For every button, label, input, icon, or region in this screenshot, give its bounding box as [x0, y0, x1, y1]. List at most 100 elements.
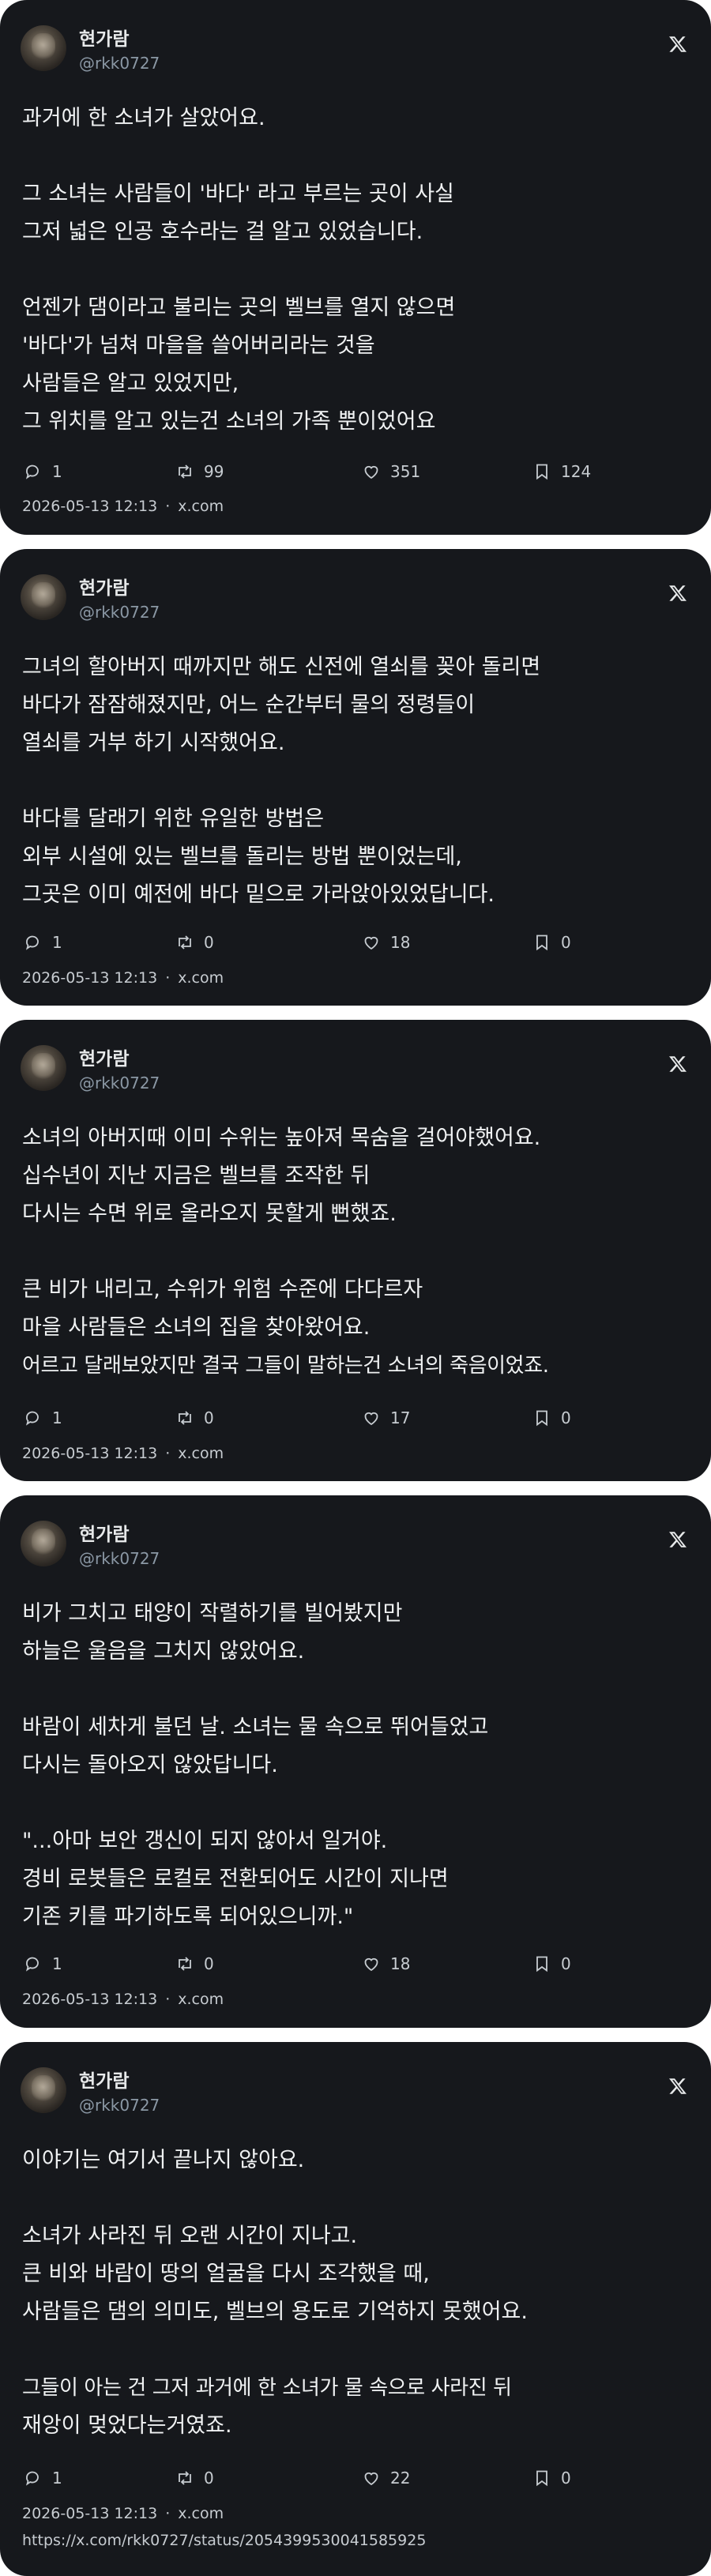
author-handle[interactable]: @rkk0727: [79, 1074, 160, 1092]
tweet-line: 사람들은 알고 있었지만,: [22, 371, 239, 396]
heart-icon: [364, 465, 378, 479]
source-link[interactable]: x.com: [178, 969, 224, 987]
reply-count: 1: [52, 933, 62, 952]
avatar[interactable]: [21, 574, 66, 620]
tweet-text: 그녀의 할아버지 때까지만 해도 신전에 열쇠를 꽂아 돌리면 바다가 잠잠해졌…: [22, 649, 689, 914]
tweet-meta: 2026-05-13 12:13 · x.com: [22, 1445, 224, 1462]
action-bar: 1 0 22 0: [0, 2464, 711, 2492]
timestamp[interactable]: 2026-05-13 12:13: [22, 498, 157, 515]
repost-button[interactable]: 0: [175, 1950, 214, 1978]
action-bar: 1 0 18 0: [0, 1950, 711, 1978]
like-button[interactable]: 22: [362, 2464, 410, 2492]
repost-button[interactable]: 0: [175, 928, 214, 957]
like-button[interactable]: 351: [362, 457, 420, 486]
tweet-text: 과거에 한 소녀가 살았어요. 그 소녀는 사람들이 '바다' 라고 부르는 곳…: [22, 100, 689, 441]
tweet-line: 바다를 달래기 위한 유일한 방법은: [22, 807, 325, 831]
bookmark-button[interactable]: 0: [532, 928, 571, 957]
tweet-meta: 2026-05-13 12:13 · x.com: [22, 2505, 224, 2522]
tweet-line: 다시는 수면 위로 올라오지 못할게 뻔했죠.: [22, 1202, 397, 1226]
source-link[interactable]: x.com: [178, 498, 224, 515]
tweet-line: [22, 1784, 689, 1822]
author-name[interactable]: 현가람: [79, 573, 129, 600]
repost-button[interactable]: 99: [175, 457, 224, 486]
bookmark-button[interactable]: 0: [532, 1404, 571, 1432]
bookmark-button[interactable]: 0: [532, 1950, 571, 1978]
reply-button[interactable]: 1: [24, 1404, 62, 1432]
reply-button[interactable]: 1: [24, 2464, 62, 2492]
author-handle[interactable]: @rkk0727: [79, 1549, 160, 1568]
author-handle[interactable]: @rkk0727: [79, 2096, 160, 2115]
like-count: 18: [390, 933, 411, 952]
author-name[interactable]: 현가람: [79, 1044, 129, 1070]
like-count: 18: [390, 1954, 411, 1973]
tweet-thread: 현가람 @rkk0727 과거에 한 소녀가 살았어요. 그 소녀는 사람들이 …: [0, 0, 711, 2576]
repost-icon: [179, 1957, 191, 1971]
bookmark-icon: [536, 935, 547, 951]
x-logo-icon[interactable]: [668, 35, 687, 54]
bookmark-count: 0: [561, 1408, 571, 1427]
tweet-line: [22, 251, 689, 289]
tweet-line: 십수년이 지난 지금은 벨브를 조작한 뒤: [22, 1164, 371, 1188]
like-button[interactable]: 17: [362, 1404, 410, 1432]
repost-count: 99: [204, 462, 224, 481]
timestamp[interactable]: 2026-05-13 12:13: [22, 969, 157, 987]
bookmark-count: 0: [561, 2469, 571, 2488]
tweet-line: 바다가 잠잠해졌지만, 어느 순간부터 물의 정령들이: [22, 693, 476, 717]
source-link[interactable]: x.com: [178, 1991, 224, 2008]
author-handle[interactable]: @rkk0727: [79, 54, 160, 73]
reply-button[interactable]: 1: [24, 1950, 62, 1978]
tweet-line: 그곳은 이미 예전에 바다 밑으로 가라앉아있었답니다.: [22, 882, 495, 907]
tweet-card[interactable]: 현가람 @rkk0727 그녀의 할아버지 때까지만 해도 신전에 열쇠를 꽂아…: [0, 549, 711, 1006]
tweet-line: 과거에 한 소녀가 살았어요.: [22, 106, 265, 130]
tweet-line: [22, 1233, 689, 1271]
author-name[interactable]: 현가람: [79, 2066, 129, 2093]
bookmark-button[interactable]: 0: [532, 2464, 571, 2492]
avatar[interactable]: [21, 2067, 66, 2113]
avatar[interactable]: [21, 25, 66, 71]
tweet-line: 비가 그치고 태양이 작렬하기를 빌어봤지만: [22, 1601, 403, 1626]
timestamp[interactable]: 2026-05-13 12:13: [22, 1445, 157, 1462]
tweet-card[interactable]: 현가람 @rkk0727 소녀의 아버지때 이미 수위는 높아져 목숨을 걸어야…: [0, 1020, 711, 1481]
avatar[interactable]: [21, 1521, 66, 1566]
avatar[interactable]: [21, 1045, 66, 1091]
tweet-card[interactable]: 현가람 @rkk0727 과거에 한 소녀가 살았어요. 그 소녀는 사람들이 …: [0, 0, 711, 535]
like-button[interactable]: 18: [362, 928, 410, 957]
repost-icon: [179, 935, 191, 950]
like-count: 17: [390, 1408, 411, 1427]
source-link[interactable]: x.com: [178, 2505, 224, 2522]
like-button[interactable]: 18: [362, 1950, 410, 1978]
timestamp[interactable]: 2026-05-13 12:13: [22, 1991, 157, 2008]
repost-button[interactable]: 0: [175, 2464, 214, 2492]
tweet-line: [22, 137, 689, 175]
repost-count: 0: [204, 1408, 214, 1427]
bookmark-button[interactable]: 124: [532, 457, 591, 486]
bookmark-count: 0: [561, 933, 571, 952]
x-logo-icon[interactable]: [668, 1055, 687, 1074]
tweet-line: 재앙이 멎었다는거였죠.: [22, 2413, 232, 2438]
author-handle[interactable]: @rkk0727: [79, 603, 160, 622]
tweet-line: 그저 넓은 인공 호수라는 걸 알고 있었습니다.: [22, 220, 423, 244]
tweet-card[interactable]: 현가람 @rkk0727 비가 그치고 태양이 작렬하기를 빌어봤지만 하늘은 …: [0, 1495, 711, 2028]
speech-bubble-icon: [25, 2471, 39, 2486]
reply-count: 1: [52, 462, 62, 481]
repost-icon: [179, 464, 191, 479]
tweet-line: 기존 키를 파기하도록 되어있으니까.": [22, 1905, 354, 1929]
author-name[interactable]: 현가람: [79, 1519, 129, 1546]
reply-button[interactable]: 1: [24, 457, 62, 486]
tweet-line: 경비 로봇들은 로컬로 전환되어도 시간이 지나면: [22, 1867, 449, 1891]
tweet-line: 이야기는 여기서 끝나지 않아요.: [22, 2148, 305, 2172]
timestamp[interactable]: 2026-05-13 12:13: [22, 2505, 157, 2522]
reply-button[interactable]: 1: [24, 928, 62, 957]
status-url[interactable]: https://x.com/rkk0727/status/20543995300…: [22, 2532, 426, 2549]
x-logo-icon[interactable]: [668, 2077, 687, 2096]
heart-icon: [364, 2472, 378, 2486]
source-link[interactable]: x.com: [178, 1445, 224, 1462]
tweet-line: 그들이 아는 건 그저 과거에 한 소녀가 물 속으로 사라진 뒤: [22, 2376, 512, 2400]
x-logo-icon[interactable]: [668, 584, 687, 603]
tweet-card[interactable]: 현가람 @rkk0727 이야기는 여기서 끝나지 않아요. 소녀가 사라진 뒤…: [0, 2042, 711, 2576]
x-logo-icon[interactable]: [668, 1530, 687, 1549]
tweet-line: 언젠가 댐이라고 불리는 곳의 벨브를 열지 않으면: [22, 295, 456, 320]
author-name[interactable]: 현가람: [79, 24, 129, 51]
repost-button[interactable]: 0: [175, 1404, 214, 1432]
action-bar: 1 99 351 124: [0, 457, 711, 486]
